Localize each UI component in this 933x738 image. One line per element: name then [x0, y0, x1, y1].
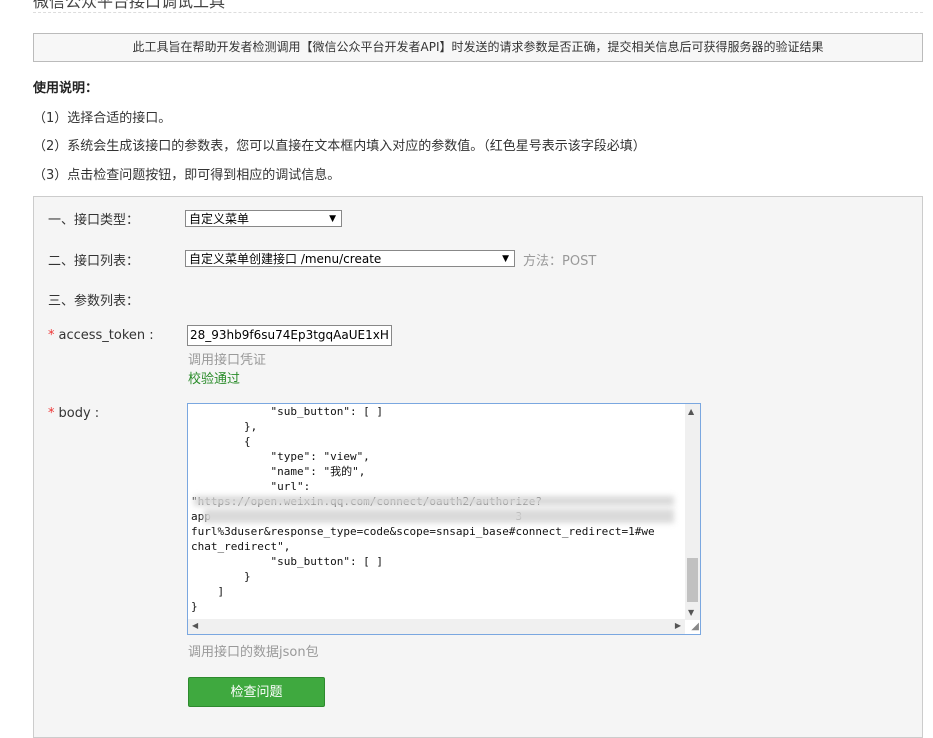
vertical-scrollbar[interactable]: ▲ ▼: [685, 404, 700, 620]
usage-step-3: （3）点击检查问题按钮，即可得到相应的调试信息。: [33, 168, 341, 183]
chevron-down-icon: ▼: [329, 214, 336, 224]
params-label: 三、参数列表：: [48, 294, 140, 309]
scroll-thumb[interactable]: [687, 558, 698, 602]
horizontal-scrollbar[interactable]: ◀ ▶: [188, 619, 685, 634]
title-divider: [33, 12, 923, 13]
page-title: 微信公众平台接口调试工具: [33, 0, 226, 11]
api-list-select[interactable]: 自定义菜单创建接口 /menu/create ▼: [185, 250, 515, 267]
access-token-input[interactable]: 28_93hb9f6su74Ep3tgqAaUE1xH: [187, 325, 392, 346]
required-mark: *: [48, 406, 55, 421]
usage-step-2: （2）系统会生成该接口的参数表，您可以直接在文本框内填入对应的参数值。（红色星号…: [33, 139, 646, 154]
api-type-value: 自定义菜单: [189, 212, 250, 226]
resize-grip-icon[interactable]: ◢: [686, 620, 699, 633]
redacted-blur: [194, 496, 674, 506]
redacted-blur: [204, 509, 674, 523]
required-mark: *: [48, 328, 55, 343]
scroll-down-icon[interactable]: ▼: [688, 608, 694, 617]
check-button[interactable]: 检查问题: [188, 677, 325, 707]
scroll-up-icon[interactable]: ▲: [688, 407, 694, 416]
notice-box: 此工具旨在帮助开发者检测调用【微信公众平台开发者API】时发送的请求参数是否正确…: [33, 33, 923, 62]
body-label-row: * body :: [48, 406, 99, 421]
scroll-right-icon[interactable]: ▶: [675, 621, 681, 630]
api-type-label: 一、接口类型：: [48, 213, 140, 228]
api-list-value: 自定义菜单创建接口 /menu/create: [189, 252, 382, 266]
access-token-label: access_token :: [58, 328, 154, 343]
access-token-label-row: * access_token :: [48, 328, 154, 343]
body-textarea[interactable]: "sub_button": [ ] }, { "type": "view", "…: [187, 403, 701, 635]
access-token-hint: 调用接口凭证: [188, 353, 267, 368]
body-label: body :: [58, 406, 100, 421]
api-type-select[interactable]: 自定义菜单 ▼: [185, 210, 342, 227]
body-hint: 调用接口的数据json包: [188, 645, 319, 660]
usage-step-1: （1）选择合适的接口。: [33, 111, 172, 126]
api-list-label: 二、接口列表：: [48, 254, 140, 269]
method-text: 方法：POST: [523, 254, 597, 269]
chevron-down-icon: ▼: [502, 254, 509, 264]
usage-title: 使用说明：: [33, 81, 99, 96]
access-token-status: 校验通过: [188, 372, 241, 387]
scroll-left-icon[interactable]: ◀: [192, 621, 198, 630]
